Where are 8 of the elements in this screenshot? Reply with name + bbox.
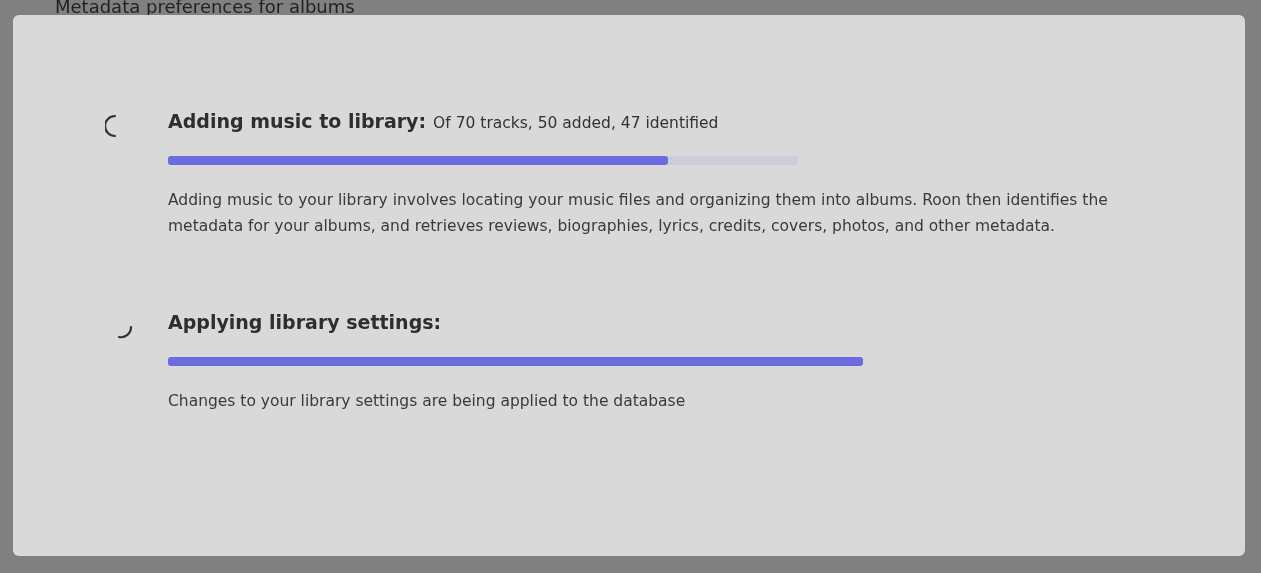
spinner-icon — [105, 114, 117, 138]
task-status: Of 70 tracks, 50 added, 47 identified — [433, 114, 719, 132]
task-title: Applying library settings: — [168, 311, 442, 333]
task-description: Changes to your library settings are being applied to the database — [168, 391, 687, 412]
spinner-icon — [117, 325, 133, 339]
task-title: Adding music to library: — [168, 110, 427, 132]
task-description: Adding music to your library involves locating your music files and organizing them into albums. Roon then identifies the metadata for your albums, and retrieves reviews, biographies, lyrics, credits, covers, photos, and other metadata. — [168, 190, 1109, 237]
page-heading: Metadata preferences for albums — [55, 0, 355, 15]
